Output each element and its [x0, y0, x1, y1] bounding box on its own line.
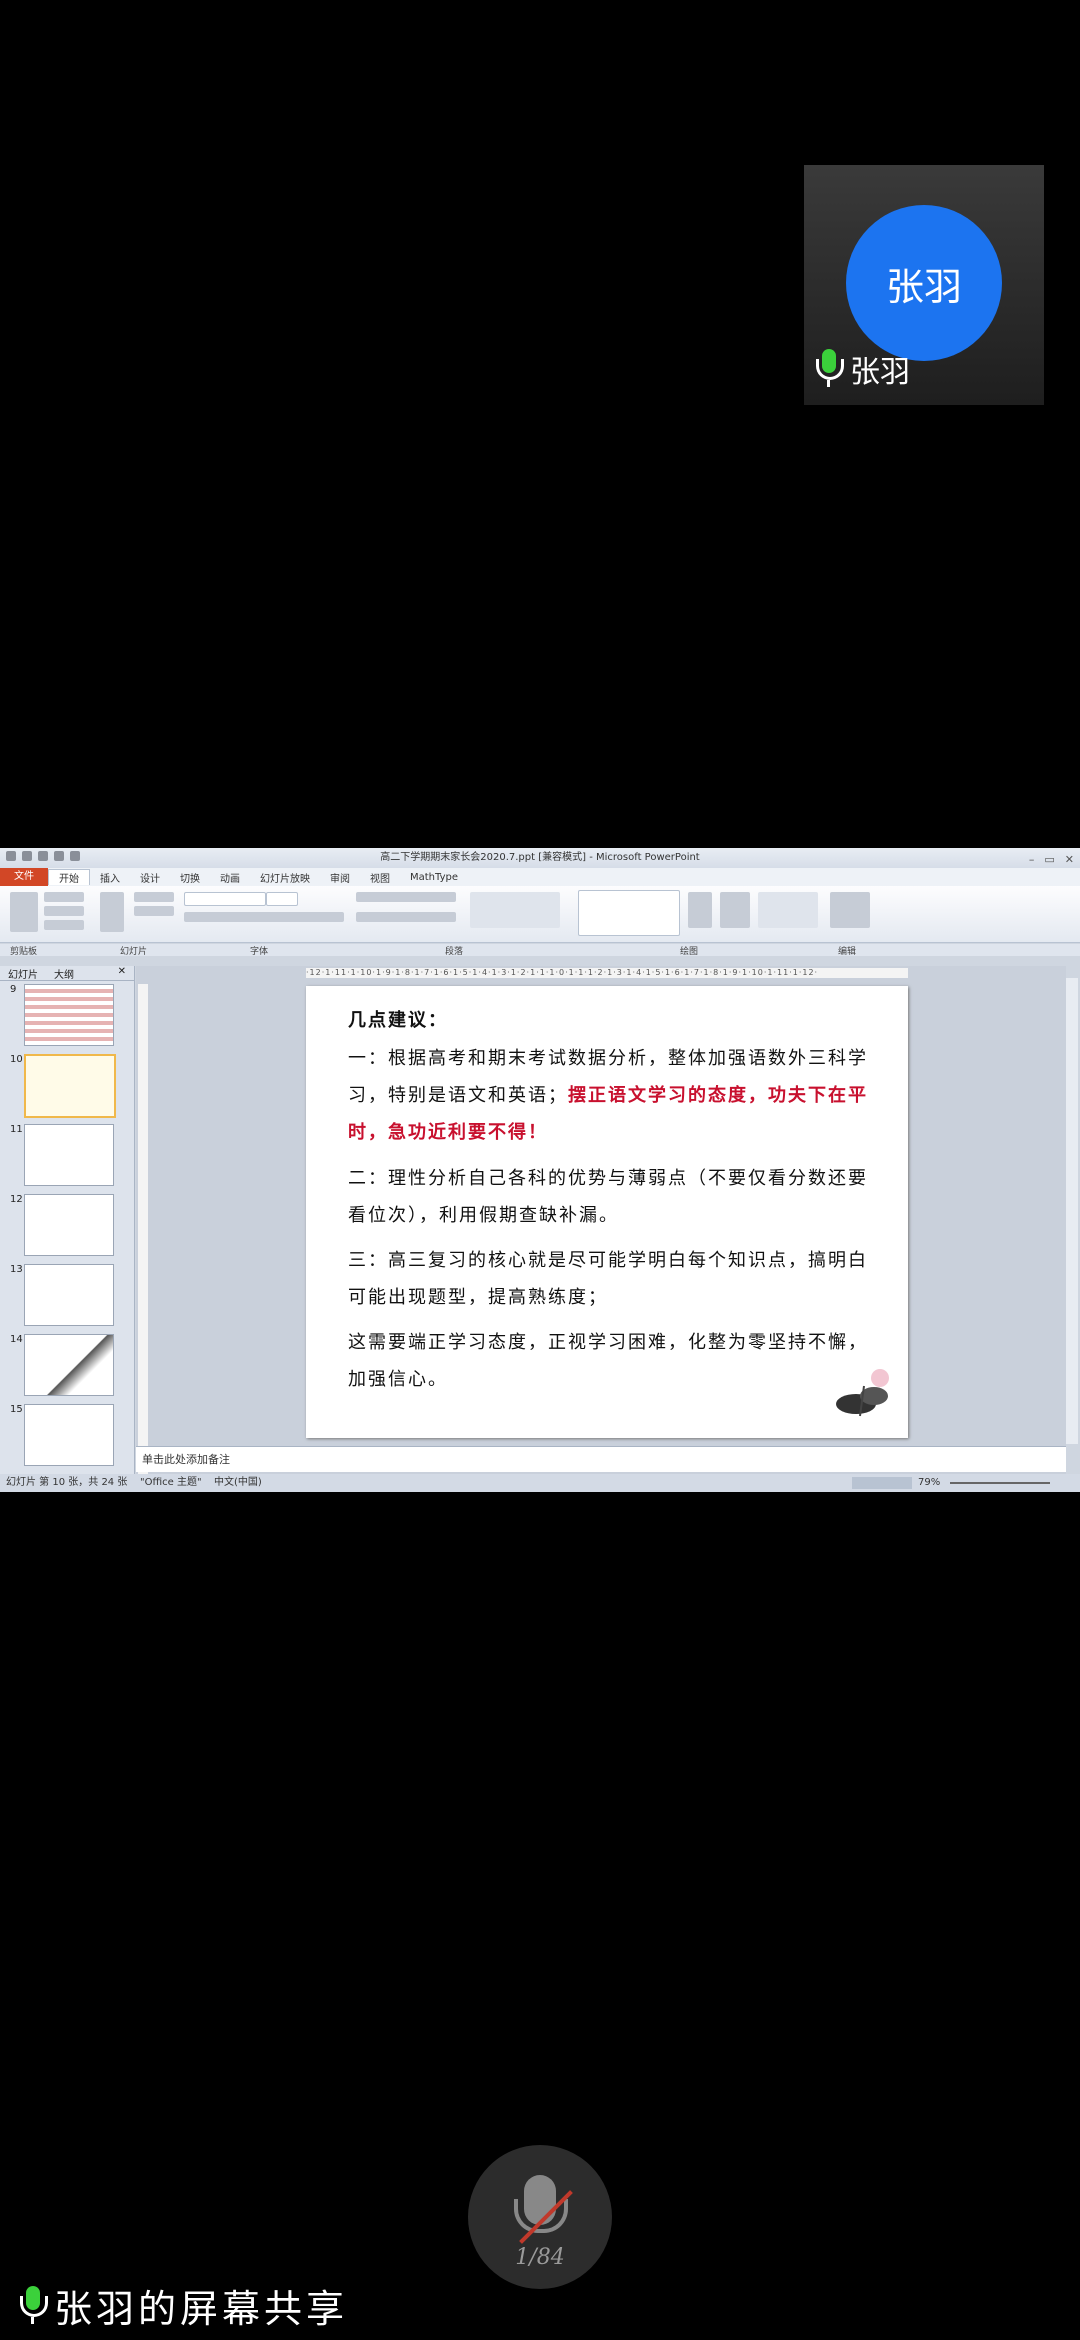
horizontal-ruler: ·12·1·11·1·10·1·9·1·8·1·7·1·6·1·5·1·4·1·…: [306, 968, 908, 978]
copy-button[interactable]: [44, 906, 84, 916]
screen-share-label: 张羽的屏幕共享: [20, 2278, 348, 2333]
tab-file[interactable]: 文件: [0, 868, 48, 886]
participant-tile[interactable]: 张羽 张羽: [804, 165, 1044, 405]
find-replace-select-buttons[interactable]: [830, 892, 870, 928]
status-bar: 幻灯片 第 10 张，共 24 张 "Office 主题" 中文(中国) 79%: [0, 1474, 1080, 1492]
tab-review[interactable]: 审阅: [320, 870, 360, 885]
tab-transitions[interactable]: 切换: [170, 870, 210, 885]
quick-access-toolbar[interactable]: [6, 851, 80, 861]
minimize-icon[interactable]: –: [1029, 850, 1035, 870]
new-slide-button[interactable]: [100, 892, 124, 932]
view-buttons[interactable]: [852, 1477, 912, 1489]
tab-slideshow[interactable]: 幻灯片放映: [250, 870, 320, 885]
slide-thumbnail-panel: 幻灯片 大纲 ✕ 9 10 11 12 13 14 15: [0, 966, 135, 1476]
tab-animations[interactable]: 动画: [210, 870, 250, 885]
close-icon[interactable]: ✕: [110, 966, 134, 980]
group-editing-label: 编辑: [838, 947, 857, 957]
group-paragraph-label: 段落: [445, 947, 464, 957]
group-slides-label: 幻灯片: [120, 947, 148, 957]
text-direction-buttons[interactable]: [470, 892, 560, 928]
notes-input[interactable]: 单击此处添加备注: [136, 1446, 1066, 1472]
window-controls[interactable]: – ▭ ✕: [1029, 850, 1074, 870]
microphone-on-icon: [20, 2285, 48, 2326]
group-clipboard-label: 剪贴板: [10, 947, 38, 957]
reset-button[interactable]: [134, 906, 174, 916]
participant-name-row: 张羽: [816, 347, 910, 391]
tab-view[interactable]: 视图: [360, 870, 400, 885]
thumb-number: 9: [10, 984, 17, 995]
tab-mathtype[interactable]: MathType: [400, 872, 468, 883]
quick-styles-button[interactable]: [720, 892, 750, 928]
shared-screen: 高二下学期期末家长会2020.7.ppt [兼容模式] - Microsoft …: [0, 848, 1080, 1492]
window-title: 高二下学期期末家长会2020.7.ppt [兼容模式] - Microsoft …: [380, 852, 700, 863]
cut-button[interactable]: [44, 892, 84, 902]
slide-thumbnail[interactable]: [24, 1334, 114, 1396]
slide-count: 幻灯片 第 10 张，共 24 张: [6, 1477, 128, 1488]
ribbon-tabs: 文件 开始 插入 设计 切换 动画 幻灯片放映 审阅 视图 MathType: [0, 868, 1080, 886]
slide-thumbnail[interactable]: [24, 1404, 114, 1466]
group-drawing-label: 绘图: [680, 947, 699, 957]
language: 中文(中国): [214, 1477, 262, 1488]
theme-name: "Office 主题": [140, 1477, 202, 1488]
restore-icon[interactable]: ▭: [1044, 850, 1054, 870]
slide-point-2: 二：理性分析自己各科的优势与薄弱点（不要仅看分数还要看位次），利用假期查缺补漏。: [348, 1168, 868, 1226]
share-label-text: 张羽的屏幕共享: [54, 2287, 349, 2331]
microphone-on-icon: [816, 349, 844, 389]
participant-count: 1/84: [515, 2245, 565, 2270]
font-format-buttons[interactable]: [184, 912, 344, 922]
format-painter-button[interactable]: [44, 920, 84, 930]
slide-point-1: 一：根据高考和期末考试数据分析，整体加强语数外三科学习，特别是语文和英语；摆正语…: [348, 1040, 868, 1151]
tab-design[interactable]: 设计: [130, 870, 170, 885]
arrange-button[interactable]: [688, 892, 712, 928]
panel-tabs: 幻灯片 大纲 ✕: [0, 966, 134, 981]
zoom-slider[interactable]: [950, 1482, 1050, 1484]
slide-point-4: 这需要端正学习态度，正视学习困难，化整为零坚持不懈，加强信心。: [348, 1332, 868, 1390]
slide-thumbnail[interactable]: [24, 1264, 114, 1326]
font-name-select[interactable]: [184, 892, 266, 906]
window-titlebar: 高二下学期期末家长会2020.7.ppt [兼容模式] - Microsoft …: [0, 848, 1080, 868]
thumb-number: 12: [10, 1194, 23, 1205]
font-size-select[interactable]: [266, 892, 298, 906]
zoom-level: 79%: [918, 1477, 941, 1488]
mute-button[interactable]: 1/84: [468, 2145, 612, 2289]
shapes-gallery[interactable]: [578, 890, 680, 936]
tab-home[interactable]: 开始: [48, 869, 90, 885]
shape-format-buttons[interactable]: [758, 892, 818, 928]
layout-button[interactable]: [134, 892, 174, 902]
slide-point-3: 三：高三复习的核心就是尽可能学明白每个知识点，搞明白可能出现题型，提高熟练度；: [348, 1250, 868, 1308]
tab-slides[interactable]: 幻灯片: [0, 966, 46, 981]
vertical-ruler: [138, 984, 148, 1474]
slide-heading: 几点建议：: [348, 1010, 448, 1031]
slide-thumbnail-selected[interactable]: [24, 1054, 116, 1118]
avatar: 张羽: [846, 205, 1002, 361]
ribbon: [0, 886, 1080, 943]
thumb-number: 11: [10, 1124, 23, 1135]
ribbon-group-labels: 剪贴板 幻灯片 字体 段落 绘图 编辑: [0, 944, 1080, 957]
slide-thumbnail[interactable]: [24, 1124, 114, 1186]
thumb-number: 14: [10, 1334, 23, 1345]
vertical-scrollbar[interactable]: [1066, 978, 1078, 1444]
slide-canvas[interactable]: 几点建议： 一：根据高考和期末考试数据分析，整体加强语数外三科学习，特别是语文和…: [306, 986, 908, 1438]
participant-name: 张羽: [850, 355, 910, 390]
group-font-label: 字体: [250, 947, 269, 957]
thumb-number: 13: [10, 1264, 23, 1275]
alignment-buttons[interactable]: [356, 912, 456, 922]
paste-button[interactable]: [10, 892, 38, 932]
thumb-number: 10: [10, 1054, 23, 1065]
thumb-number: 15: [10, 1404, 23, 1415]
tab-insert[interactable]: 插入: [90, 870, 130, 885]
lotus-decoration: [836, 1369, 889, 1417]
slide-thumbnail[interactable]: [24, 1194, 114, 1256]
paragraph-list-buttons[interactable]: [356, 892, 456, 902]
tab-outline[interactable]: 大纲: [46, 966, 82, 981]
close-icon[interactable]: ✕: [1065, 850, 1074, 870]
slide-thumbnail[interactable]: [24, 984, 114, 1046]
